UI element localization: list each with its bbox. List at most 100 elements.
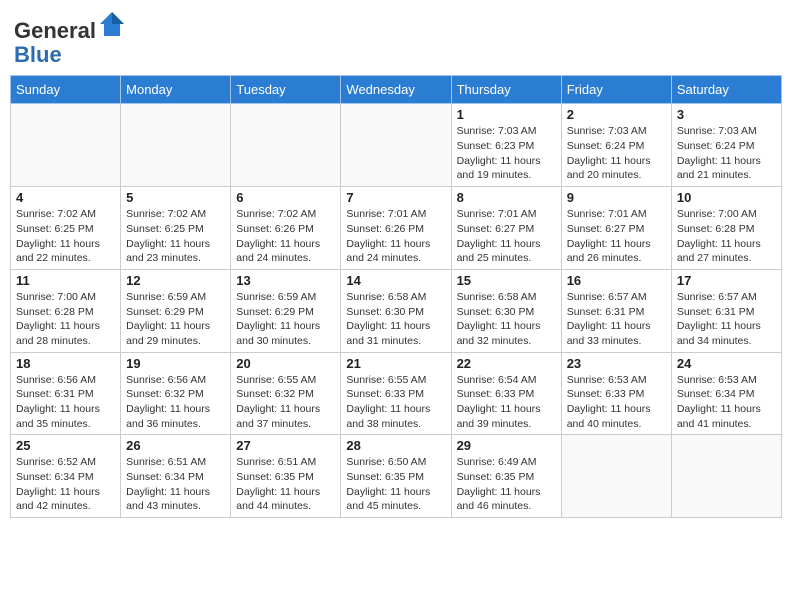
day-info: Sunrise: 7:02 AMSunset: 6:26 PMDaylight:… [236, 207, 335, 266]
day-number: 6 [236, 190, 335, 205]
table-row: 19Sunrise: 6:56 AMSunset: 6:32 PMDayligh… [121, 352, 231, 435]
day-info: Sunrise: 6:59 AMSunset: 6:29 PMDaylight:… [126, 290, 225, 349]
table-row: 17 Sunrise: 6:57 AMSunset: 6:31 PMDayligh… [671, 269, 781, 352]
table-row [231, 104, 341, 187]
day-number: 16 [567, 273, 666, 288]
day-info: Sunrise: 7:00 AMSunset: 6:28 PMDaylight:… [677, 207, 776, 266]
table-row [671, 435, 781, 518]
dow-sunday: Sunday [11, 76, 121, 104]
day-info: Sunrise: 7:00 AMSunset: 6:28 PMDaylight:… [16, 290, 115, 349]
dow-saturday: Saturday [671, 76, 781, 104]
day-number: 8 [457, 190, 556, 205]
logo-icon [98, 10, 126, 38]
day-number: 13 [236, 273, 335, 288]
day-number: 14 [346, 273, 445, 288]
calendar-week-2: 4 Sunrise: 7:02 AMSunset: 6:25 PMDaylight… [11, 187, 782, 270]
calendar-table: SundayMondayTuesdayWednesdayThursdayFrid… [10, 75, 782, 518]
table-row: 27 Sunrise: 6:51 AMSunset: 6:35 PMDayligh… [231, 435, 341, 518]
day-info: Sunrise: 7:01 AMSunset: 6:26 PMDaylight:… [346, 207, 445, 266]
day-of-week-header: SundayMondayTuesdayWednesdayThursdayFrid… [11, 76, 782, 104]
day-info: Sunrise: 6:52 AMSunset: 6:34 PMDaylight:… [16, 455, 115, 514]
day-number: 1 [457, 107, 556, 122]
day-info: Sunrise: 6:55 AMSunset: 6:33 PMDaylight:… [346, 373, 445, 432]
table-row: 21 Sunrise: 6:55 AMSunset: 6:33 PMDayligh… [341, 352, 451, 435]
table-row: 5Sunrise: 7:02 AMSunset: 6:25 PMDaylight… [121, 187, 231, 270]
day-number: 3 [677, 107, 776, 122]
day-number: 9 [567, 190, 666, 205]
table-row: 15 Sunrise: 6:58 AMSunset: 6:30 PMDayligh… [451, 269, 561, 352]
dow-wednesday: Wednesday [341, 76, 451, 104]
day-number: 2 [567, 107, 666, 122]
table-row: 22 Sunrise: 6:54 AMSunset: 6:33 PMDayligh… [451, 352, 561, 435]
day-number: 25 [16, 438, 115, 453]
table-row: 25 Sunrise: 6:52 AMSunset: 6:34 PMDayligh… [11, 435, 121, 518]
day-number: 20 [236, 356, 335, 371]
table-row: 24 Sunrise: 6:53 AMSunset: 6:34 PMDayligh… [671, 352, 781, 435]
table-row: 2Sunrise: 7:03 AMSunset: 6:24 PMDaylight… [561, 104, 671, 187]
calendar-body: 1 Sunrise: 7:03 AMSunset: 6:23 PMDaylight… [11, 104, 782, 518]
day-number: 11 [16, 273, 115, 288]
logo-blue: Blue [14, 42, 62, 67]
dow-thursday: Thursday [451, 76, 561, 104]
logo-general: General [14, 18, 96, 43]
table-row [121, 104, 231, 187]
table-row [11, 104, 121, 187]
day-info: Sunrise: 6:51 AMSunset: 6:34 PMDaylight:… [126, 455, 225, 514]
day-number: 29 [457, 438, 556, 453]
table-row: 18Sunrise: 6:56 AMSunset: 6:31 PMDayligh… [11, 352, 121, 435]
table-row: 4 Sunrise: 7:02 AMSunset: 6:25 PMDaylight… [11, 187, 121, 270]
table-row: 23 Sunrise: 6:53 AMSunset: 6:33 PMDayligh… [561, 352, 671, 435]
day-number: 21 [346, 356, 445, 371]
day-number: 4 [16, 190, 115, 205]
day-info: Sunrise: 6:51 AMSunset: 6:35 PMDaylight:… [236, 455, 335, 514]
day-number: 27 [236, 438, 335, 453]
day-number: 7 [346, 190, 445, 205]
table-row: 9 Sunrise: 7:01 AMSunset: 6:27 PMDaylight… [561, 187, 671, 270]
day-info: Sunrise: 7:01 AMSunset: 6:27 PMDaylight:… [567, 207, 666, 266]
day-info: Sunrise: 6:53 AMSunset: 6:34 PMDaylight:… [677, 373, 776, 432]
table-row: 29 Sunrise: 6:49 AMSunset: 6:35 PMDayligh… [451, 435, 561, 518]
table-row: 13Sunrise: 6:59 AMSunset: 6:29 PMDayligh… [231, 269, 341, 352]
table-row: 6 Sunrise: 7:02 AMSunset: 6:26 PMDaylight… [231, 187, 341, 270]
day-number: 17 [677, 273, 776, 288]
day-info: Sunrise: 6:49 AMSunset: 6:35 PMDaylight:… [457, 455, 556, 514]
day-number: 10 [677, 190, 776, 205]
table-row [561, 435, 671, 518]
day-info: Sunrise: 7:01 AMSunset: 6:27 PMDaylight:… [457, 207, 556, 266]
table-row: 11 Sunrise: 7:00 AMSunset: 6:28 PMDayligh… [11, 269, 121, 352]
day-info: Sunrise: 7:03 AMSunset: 6:24 PMDaylight:… [677, 124, 776, 183]
dow-monday: Monday [121, 76, 231, 104]
day-info: Sunrise: 6:58 AMSunset: 6:30 PMDaylight:… [457, 290, 556, 349]
table-row [341, 104, 451, 187]
table-row: 10 Sunrise: 7:00 AMSunset: 6:28 PMDayligh… [671, 187, 781, 270]
day-info: Sunrise: 6:57 AMSunset: 6:31 PMDaylight:… [677, 290, 776, 349]
table-row: 16 Sunrise: 6:57 AMSunset: 6:31 PMDayligh… [561, 269, 671, 352]
day-info: Sunrise: 6:56 AMSunset: 6:32 PMDaylight:… [126, 373, 225, 432]
day-number: 24 [677, 356, 776, 371]
day-number: 22 [457, 356, 556, 371]
day-number: 23 [567, 356, 666, 371]
day-info: Sunrise: 6:56 AMSunset: 6:31 PMDaylight:… [16, 373, 115, 432]
day-number: 15 [457, 273, 556, 288]
calendar-week-4: 18Sunrise: 6:56 AMSunset: 6:31 PMDayligh… [11, 352, 782, 435]
table-row: 20 Sunrise: 6:55 AMSunset: 6:32 PMDayligh… [231, 352, 341, 435]
table-row: 28Sunrise: 6:50 AMSunset: 6:35 PMDayligh… [341, 435, 451, 518]
calendar-week-3: 11 Sunrise: 7:00 AMSunset: 6:28 PMDayligh… [11, 269, 782, 352]
table-row: 1 Sunrise: 7:03 AMSunset: 6:23 PMDaylight… [451, 104, 561, 187]
day-info: Sunrise: 6:55 AMSunset: 6:32 PMDaylight:… [236, 373, 335, 432]
logo: General Blue [14, 10, 126, 67]
day-number: 5 [126, 190, 225, 205]
day-info: Sunrise: 6:58 AMSunset: 6:30 PMDaylight:… [346, 290, 445, 349]
table-row: 7 Sunrise: 7:01 AMSunset: 6:26 PMDaylight… [341, 187, 451, 270]
table-row: 14 Sunrise: 6:58 AMSunset: 6:30 PMDayligh… [341, 269, 451, 352]
day-info: Sunrise: 7:02 AMSunset: 6:25 PMDaylight:… [16, 207, 115, 266]
day-info: Sunrise: 6:50 AMSunset: 6:35 PMDaylight:… [346, 455, 445, 514]
day-info: Sunrise: 7:03 AMSunset: 6:23 PMDaylight:… [457, 124, 556, 183]
calendar-week-5: 25 Sunrise: 6:52 AMSunset: 6:34 PMDayligh… [11, 435, 782, 518]
day-info: Sunrise: 6:53 AMSunset: 6:33 PMDaylight:… [567, 373, 666, 432]
day-number: 26 [126, 438, 225, 453]
table-row: 3 Sunrise: 7:03 AMSunset: 6:24 PMDaylight… [671, 104, 781, 187]
day-info: Sunrise: 6:54 AMSunset: 6:33 PMDaylight:… [457, 373, 556, 432]
day-number: 12 [126, 273, 225, 288]
day-info: Sunrise: 6:57 AMSunset: 6:31 PMDaylight:… [567, 290, 666, 349]
